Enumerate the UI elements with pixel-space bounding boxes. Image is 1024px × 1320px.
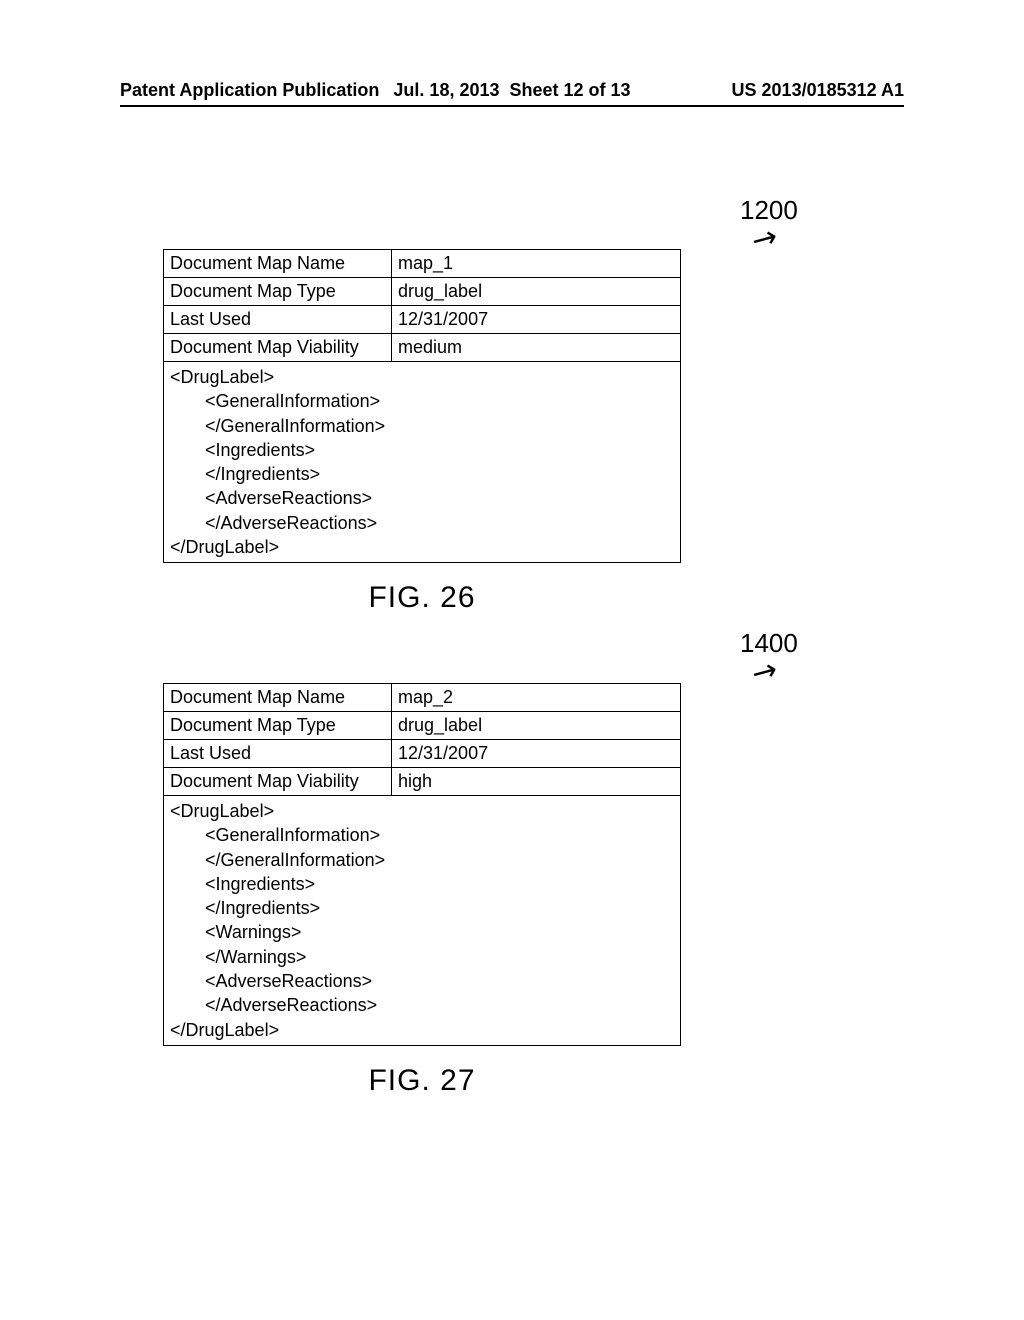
fig27-table: Document Map Name map_2 Document Map Typ… [163,683,681,1046]
cell-key: Document Map Name [164,684,392,712]
header-pubno: US 2013/0185312 A1 [732,80,904,101]
cell-key: Document Map Type [164,712,392,740]
cell-key: Document Map Viability [164,768,392,796]
table-row: Document Map Viability high [164,768,681,796]
ref-number-1400: 1400 [740,628,798,659]
cell-value: high [392,768,681,796]
cell-key: Last Used [164,306,392,334]
table-row-xml: <DrugLabel> <GeneralInformation> </Gener… [164,362,681,563]
cell-key: Document Map Type [164,278,392,306]
cell-key: Last Used [164,740,392,768]
table-row: Last Used 12/31/2007 [164,740,681,768]
patent-page: Patent Application Publication Jul. 18, … [0,0,1024,1320]
figure-26: Document Map Name map_1 Document Map Typ… [163,249,681,615]
table-row: Document Map Viability medium [164,334,681,362]
cell-value: 12/31/2007 [392,306,681,334]
table-row: Document Map Type drug_label [164,712,681,740]
ref-number-1200: 1200 [740,195,798,226]
xml-content: <DrugLabel> <GeneralInformation> </Gener… [164,362,681,563]
cell-value: medium [392,334,681,362]
cell-value: map_1 [392,250,681,278]
cell-value: 12/31/2007 [392,740,681,768]
table-row-xml: <DrugLabel> <GeneralInformation> </Gener… [164,796,681,1046]
figure-caption-26: FIG. 26 [163,581,681,615]
cell-value: drug_label [392,278,681,306]
cell-key: Document Map Viability [164,334,392,362]
xml-content: <DrugLabel> <GeneralInformation> </Gener… [164,796,681,1046]
fig26-table: Document Map Name map_1 Document Map Typ… [163,249,681,563]
page-header: Patent Application Publication Jul. 18, … [120,80,904,107]
cell-key: Document Map Name [164,250,392,278]
cell-value: map_2 [392,684,681,712]
header-date: Jul. 18, 2013 [393,80,499,100]
cell-value: drug_label [392,712,681,740]
table-row: Document Map Name map_2 [164,684,681,712]
table-row: Document Map Name map_1 [164,250,681,278]
header-left: Patent Application Publication [120,80,379,101]
header-sheet: Sheet 12 of 13 [510,80,631,100]
figure-27: Document Map Name map_2 Document Map Typ… [163,683,681,1098]
table-row: Document Map Type drug_label [164,278,681,306]
figure-caption-27: FIG. 27 [163,1064,681,1098]
header-date-sheet: Jul. 18, 2013 Sheet 12 of 13 [393,80,630,101]
table-row: Last Used 12/31/2007 [164,306,681,334]
